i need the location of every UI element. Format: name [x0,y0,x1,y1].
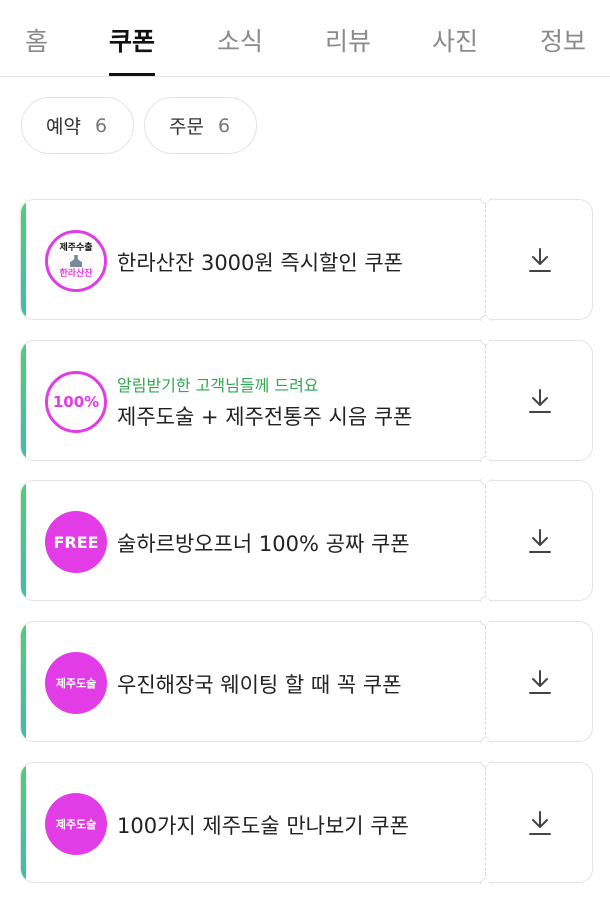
tab-coupon[interactable]: 쿠폰 [109,22,155,58]
download-icon [528,388,551,413]
coupon-card: FREE 술하르방오프너 100% 공짜 쿠폰 [20,479,593,602]
coupon-card: 제주수출 한라산잔 한라산잔 3000원 즉시할인 쿠폰 [20,198,593,321]
coupon-title: 우진해장국 웨이팅 할 때 꼭 쿠폰 [117,673,402,697]
coupon-body[interactable]: FREE 술하르방오프너 100% 공짜 쿠폰 [20,480,486,601]
logo-text: 제주도술 [55,818,97,831]
filter-chip-count: 6 [217,114,231,137]
coupon-subtitle: 알림받기한 고객님들께 드려요 [117,376,319,395]
coupon-body[interactable]: 제주도술 100가지 제주도술 만나보기 쿠폰 [20,762,486,883]
download-icon [528,810,551,835]
filter-chip-count: 6 [94,114,108,137]
active-tab-indicator [109,73,155,76]
coupon-logo: FREE [45,511,107,573]
logo-text-top: 제주수출 [59,243,93,253]
filter-chip-reservation[interactable]: 예약 6 [21,97,134,154]
tab-photo[interactable]: 사진 [432,22,478,58]
coupon-card: 100% 알림받기한 고객님들께 드려요 제주도술 + 제주전통주 시음 쿠폰 [20,339,593,462]
filter-chip-label: 주문 [169,116,204,138]
coupon-accent-bar [21,481,26,600]
bottle-icon [70,255,82,267]
coupon-body[interactable]: 제주수출 한라산잔 한라산잔 3000원 즉시할인 쿠폰 [20,199,486,320]
tab-bar: 홈 쿠폰 소식 리뷰 사진 정보 [0,0,610,77]
tab-review[interactable]: 리뷰 [325,22,371,58]
coupon-logo: 제주수출 한라산잔 [45,230,107,292]
coupon-download-button[interactable] [487,199,593,320]
coupon-body[interactable]: 제주도술 우진해장국 웨이팅 할 때 꼭 쿠폰 [20,621,486,742]
coupon-title: 100가지 제주도술 만나보기 쿠폰 [117,814,409,838]
logo-text: FREE [53,532,99,552]
logo-text: 100% [52,393,100,411]
coupon-title: 술하르방오프너 100% 공짜 쿠폰 [117,532,410,556]
coupon-accent-bar [21,763,26,882]
coupon-logo: 100% [45,371,107,433]
download-icon [528,528,551,553]
download-icon [528,669,551,694]
logo-text-bottom: 한라산잔 [59,269,93,279]
coupon-body[interactable]: 100% 알림받기한 고객님들께 드려요 제주도술 + 제주전통주 시음 쿠폰 [20,340,486,461]
coupon-title: 제주도술 + 제주전통주 시음 쿠폰 [117,405,413,429]
coupon-download-button[interactable] [487,621,593,742]
coupon-title: 한라산잔 3000원 즉시할인 쿠폰 [117,251,403,275]
filter-chip-order[interactable]: 주문 6 [144,97,257,154]
coupon-accent-bar [21,341,26,460]
download-icon [528,247,551,272]
tab-info[interactable]: 정보 [540,22,586,58]
tab-home[interactable]: 홈 [25,22,48,58]
coupon-logo: 제주도술 [45,793,107,855]
coupon-download-button[interactable] [487,340,593,461]
coupon-card: 제주도술 우진해장국 웨이팅 할 때 꼭 쿠폰 [20,620,593,743]
coupon-download-button[interactable] [487,762,593,883]
coupon-download-button[interactable] [487,480,593,601]
filter-chip-label: 예약 [46,116,81,138]
coupon-accent-bar [21,622,26,741]
coupon-logo: 제주도술 [45,652,107,714]
coupon-accent-bar [21,200,26,319]
tab-news[interactable]: 소식 [217,22,263,58]
logo-text: 제주도술 [55,677,97,690]
coupon-card: 제주도술 100가지 제주도술 만나보기 쿠폰 [20,761,593,884]
